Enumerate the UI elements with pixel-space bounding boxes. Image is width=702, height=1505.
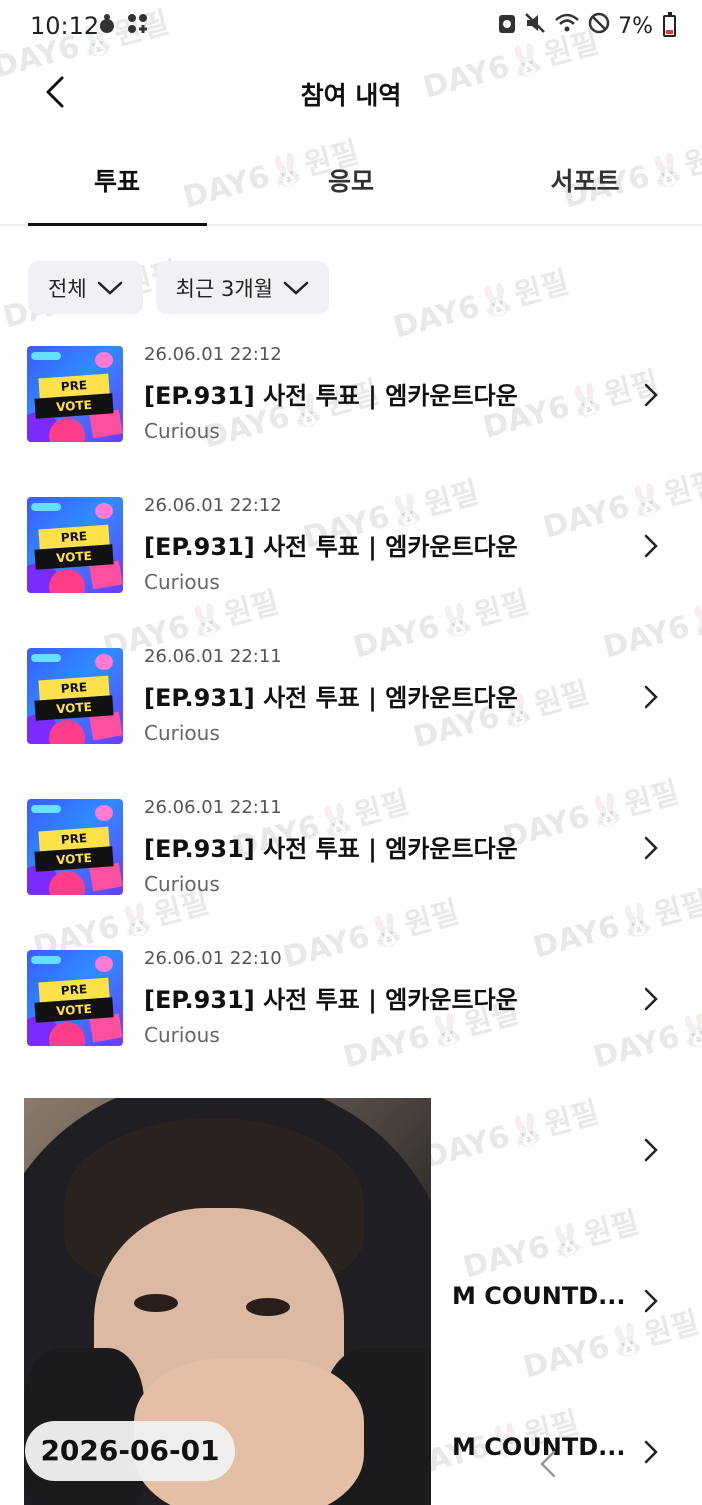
filter-bar: 전체 최근 3개월	[28, 261, 329, 314]
apps-icon	[126, 12, 150, 40]
pre-vote-thumbnail: PRE VOTE	[27, 497, 123, 593]
back-gesture-icon[interactable]	[536, 1448, 560, 1480]
active-tab-indicator	[28, 223, 207, 226]
app-header: 참여 내역	[0, 52, 702, 132]
list-item[interactable]: PRE VOTE 26.06.01 22:12 [EP.931] 사전 투표 |…	[0, 491, 702, 601]
item-subtitle: Curious	[144, 419, 220, 443]
pre-vote-thumbnail: PRE VOTE	[27, 950, 123, 1046]
list-item[interactable]: PRE VOTE 26.06.01 22:11 [EP.931] 사전 투표 |…	[0, 642, 702, 752]
item-subtitle: Curious	[144, 721, 220, 745]
game-icon	[96, 12, 118, 40]
status-right-icons: 7%	[498, 12, 676, 40]
list-item[interactable]: PRE VOTE 26.06.01 22:12 [EP.931] 사전 투표 |…	[0, 340, 702, 450]
item-subtitle: Curious	[144, 570, 220, 594]
item-title: [EP.931] 사전 투표 | 엠카운트다운	[144, 684, 518, 712]
item-subtitle: Curious	[144, 872, 220, 896]
chevron-right-icon	[644, 1289, 658, 1313]
chevron-right-icon	[644, 987, 658, 1011]
battery-icon	[663, 12, 676, 37]
status-left-icons	[96, 12, 150, 40]
recycle-icon	[498, 12, 516, 40]
tab-support[interactable]: 서포트	[495, 162, 675, 198]
item-title: [EP.931] 사전 투표 | 엠카운트다운	[144, 835, 518, 863]
pre-vote-thumbnail: PRE VOTE	[27, 799, 123, 895]
filter-period-label: 최근 3개월	[175, 276, 273, 301]
item-date: 26.06.01 22:12	[144, 495, 282, 516]
chevron-right-icon	[644, 836, 658, 860]
pre-vote-thumbnail: PRE VOTE	[27, 346, 123, 442]
tab-vote[interactable]: 투표	[27, 162, 207, 198]
page-title: 참여 내역	[300, 81, 402, 110]
battery-percent: 7%	[618, 13, 653, 39]
chevron-right-icon	[644, 383, 658, 407]
filter-all-label: 전체	[48, 276, 87, 301]
item-date: 26.06.01 22:10	[144, 948, 282, 969]
pre-vote-thumbnail: PRE VOTE	[27, 648, 123, 744]
chevron-down-icon	[283, 281, 309, 295]
tab-bar: 투표 응모 서포트	[0, 150, 702, 226]
list-item[interactable]: PRE VOTE 26.06.01 22:10 [EP.931] 사전 투표 |…	[0, 944, 702, 1054]
item-date: 26.06.01 22:11	[144, 646, 282, 667]
chevron-right-icon	[644, 685, 658, 709]
block-icon	[588, 12, 610, 40]
item-subtitle: Curious	[144, 1023, 220, 1047]
mute-icon	[524, 12, 546, 40]
watermark: DAY6🐰원필	[389, 265, 573, 346]
item-title: [EP.931] 사전 투표 | 엠카운트다운	[144, 986, 518, 1014]
filter-all-dropdown[interactable]: 전체	[28, 261, 143, 314]
chevron-down-icon	[97, 281, 122, 295]
item-title: [EP.931] 사전 투표 | 엠카운트다운	[144, 382, 518, 410]
status-time: 10:12	[30, 12, 100, 40]
item-date: 26.06.01 22:12	[144, 344, 282, 365]
tab-apply[interactable]: 응모	[261, 162, 441, 198]
item-title: M COUNTD...	[452, 1282, 626, 1310]
photo-date-badge: 2026-06-01	[25, 1421, 235, 1481]
item-title: [EP.931] 사전 투표 | 엠카운트다운	[144, 533, 518, 561]
status-bar: 10:12 7%	[0, 0, 702, 52]
chevron-right-icon	[644, 534, 658, 558]
wifi-icon	[554, 12, 580, 40]
chevron-right-icon	[644, 1138, 658, 1162]
chevron-right-icon	[644, 1440, 658, 1464]
item-date: 26.06.01 22:11	[144, 797, 282, 818]
list-item[interactable]: PRE VOTE 26.06.01 22:11 [EP.931] 사전 투표 |…	[0, 793, 702, 903]
filter-period-dropdown[interactable]: 최근 3개월	[155, 261, 329, 314]
